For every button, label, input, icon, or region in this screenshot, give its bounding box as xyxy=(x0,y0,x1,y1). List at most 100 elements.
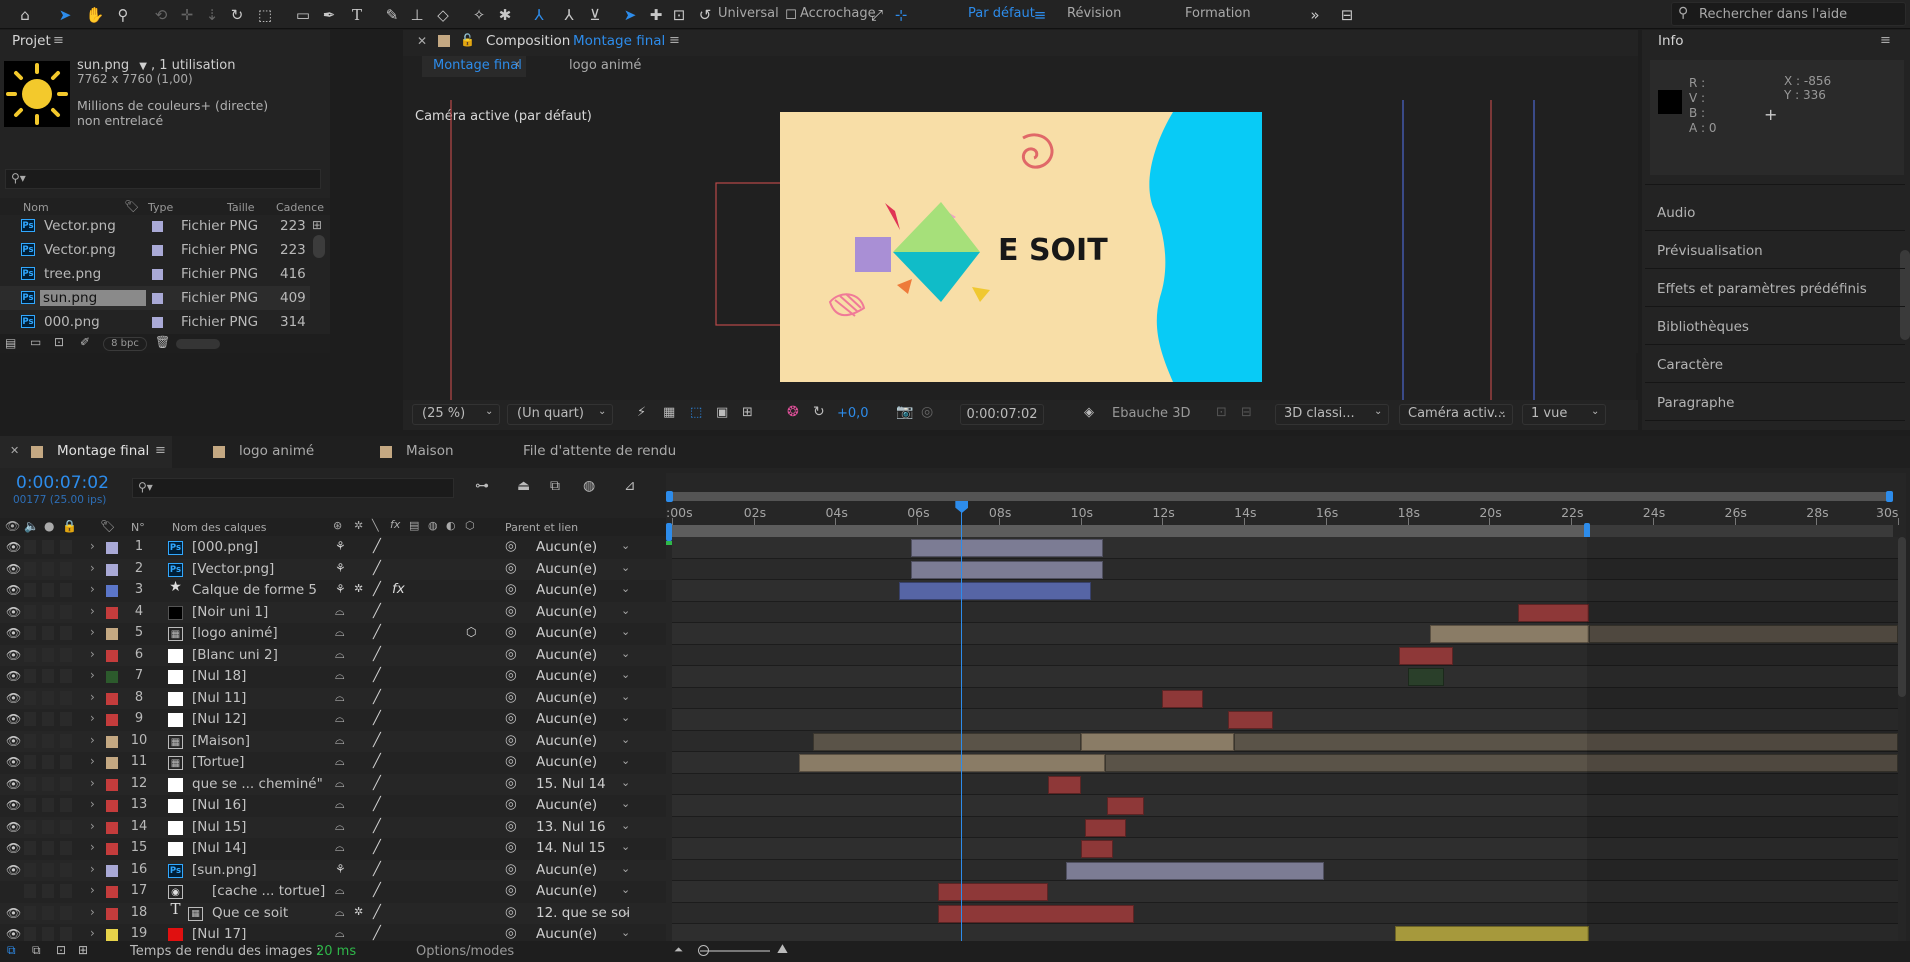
time-navigator-start[interactable] xyxy=(666,491,673,502)
layer-label-color[interactable] xyxy=(106,606,118,619)
quality-slash-icon[interactable]: ╱ xyxy=(373,797,381,812)
parent-pickwhip-icon[interactable]: ◎ xyxy=(505,796,517,812)
panel-menu-icon[interactable]: ≡ xyxy=(1880,33,1891,48)
audio-toggle[interactable] xyxy=(24,755,36,769)
layer-label-color[interactable] xyxy=(106,563,118,576)
visibility-eye-icon[interactable]: 👁 xyxy=(6,605,21,619)
text-tool-icon[interactable]: T xyxy=(346,4,368,26)
frame-blending-icon[interactable]: ⧉ xyxy=(550,478,560,494)
show-snapshot-icon[interactable]: ◎ xyxy=(921,404,933,420)
reset-exposure-icon[interactable]: ↻ xyxy=(813,404,825,420)
tab-render-queue[interactable]: File d'attente de rendu xyxy=(523,443,676,459)
quality-slash-icon[interactable]: ╱ xyxy=(373,582,381,597)
layer-name[interactable]: [cache ... tortue] xyxy=(212,883,325,899)
quality-switch-icon[interactable]: ✲ xyxy=(354,905,363,918)
snapping-checkbox[interactable]: ☐ xyxy=(780,4,802,26)
lock-icon[interactable]: 🔓 xyxy=(460,33,475,47)
audio-toggle[interactable] xyxy=(24,626,36,640)
layer-label-color[interactable] xyxy=(106,628,118,640)
collapse-switch-icon[interactable]: ⚘ xyxy=(335,862,346,876)
time-navigator[interactable] xyxy=(666,492,1893,501)
views-dropdown[interactable]: 1 vue ⌄ xyxy=(1522,404,1606,425)
move-icon[interactable]: ✚ xyxy=(645,4,667,26)
quality-slash-icon[interactable]: ╱ xyxy=(373,905,381,920)
lock-toggle[interactable] xyxy=(60,540,72,554)
layer-label-color[interactable] xyxy=(106,821,118,834)
expand-chevron-icon[interactable]: › xyxy=(90,840,95,854)
frame-blend-icon[interactable]: ▤ xyxy=(409,519,419,532)
layer-row[interactable]: 👁 › 2 Ps [Vector.png] ⚘ ╱ ◎ Aucun(e) ⌄ xyxy=(0,558,668,580)
expand-chevron-icon[interactable]: › xyxy=(90,819,95,833)
visibility-eye-icon[interactable]: 👁 xyxy=(6,798,21,812)
layer-duration-bar[interactable] xyxy=(937,904,1134,923)
layer-row[interactable]: 👁 › 14 [Nul 15] ⌓ ╱ ◎ 13. Nul 16 ⌄ xyxy=(0,816,668,838)
visibility-eye-icon[interactable]: 👁 xyxy=(6,540,21,554)
expand-chevron-icon[interactable]: › xyxy=(90,539,95,553)
rotate-tool-icon[interactable]: ↻ xyxy=(226,4,248,26)
label-color[interactable] xyxy=(152,293,163,304)
lock-toggle[interactable] xyxy=(60,733,72,748)
time-navigator-end[interactable] xyxy=(1886,491,1893,502)
workspace-toggle-icon[interactable]: ⊟ xyxy=(1336,4,1358,26)
panel-preview[interactable]: Prévisualisation xyxy=(1657,243,1763,259)
anchor-tool-icon[interactable]: ⬚ xyxy=(254,4,276,26)
tab-montage-final[interactable]: ✕ Montage final ≡ xyxy=(0,436,172,468)
quality-slash-icon[interactable]: ╱ xyxy=(373,819,381,834)
layer-row[interactable]: 👁 › 10 ▦ [Maison] ⌓ ╱ ◎ Aucun(e) ⌄ xyxy=(0,730,668,752)
zoom-dropdown[interactable]: (25 %) ⌄ xyxy=(412,404,500,425)
layer-name[interactable]: [Nul 18] xyxy=(192,668,246,684)
lock-toggle[interactable] xyxy=(60,905,72,920)
solo-toggle[interactable] xyxy=(42,733,54,748)
visibility-eye-icon[interactable]: 👁 xyxy=(6,755,21,769)
audio-toggle[interactable] xyxy=(24,561,36,576)
bit-depth-button[interactable]: 8 bpc xyxy=(103,337,147,351)
panel-menu-icon[interactable]: ≡ xyxy=(53,33,64,48)
col-layer-name[interactable]: Nom des calques xyxy=(172,521,266,534)
parent-pickwhip-icon[interactable]: ◎ xyxy=(505,882,517,898)
shy-switch-icon[interactable]: ⌓ xyxy=(335,733,345,748)
shy-switch-icon[interactable]: ⌓ xyxy=(335,905,345,920)
audio-toggle[interactable] xyxy=(24,647,36,662)
layer-label-color[interactable] xyxy=(106,542,118,554)
flowchart-icon[interactable]: ⊞ xyxy=(312,218,322,232)
lock-toggle[interactable] xyxy=(60,755,72,769)
quality-slash-icon[interactable]: ╱ xyxy=(373,776,381,791)
select-cursor-icon[interactable]: ➤ xyxy=(619,4,641,26)
lock-toggle[interactable] xyxy=(60,583,72,597)
lock-toggle[interactable] xyxy=(60,561,72,576)
camera-dropdown[interactable]: Caméra activ... ⌄ xyxy=(1399,404,1513,425)
adjust-project-icon[interactable]: ✐ xyxy=(80,335,90,349)
expand-chevron-icon[interactable]: › xyxy=(90,776,95,790)
shy-switch-icon[interactable]: ⌓ xyxy=(335,647,345,662)
3d-view-dropdown[interactable]: 3D classi... ⌄ xyxy=(1275,404,1389,425)
project-item[interactable]: Ps tree.png Fichier PNG 416 Ko xyxy=(0,262,310,286)
solo-toggle[interactable] xyxy=(42,712,54,726)
layer-label-color[interactable] xyxy=(106,649,118,662)
lock-toggle[interactable] xyxy=(60,841,72,855)
collapse-switch-icon[interactable]: ⚘ xyxy=(335,582,346,596)
col-type[interactable]: Type xyxy=(148,201,173,214)
transfer-controls-toggle-icon[interactable]: ⧉ xyxy=(32,943,41,958)
layer-duration-bar[interactable] xyxy=(1517,603,1590,622)
solo-toggle[interactable] xyxy=(42,647,54,662)
layer-label-color[interactable] xyxy=(106,800,118,812)
expand-chevron-icon[interactable]: › xyxy=(90,690,95,704)
rotate-icon[interactable]: ↺ xyxy=(694,4,716,26)
project-item[interactable]: Ps 000.png Fichier PNG 314 Ko xyxy=(0,310,310,332)
layer-name[interactable]: Calque de forme 5 xyxy=(192,582,317,598)
motion-blur-col-icon[interactable]: ◍ xyxy=(428,519,438,532)
layer-duration-bar[interactable] xyxy=(1430,625,1590,643)
panel-libraries[interactable]: Bibliothèques xyxy=(1657,319,1749,335)
lock-toggle[interactable] xyxy=(60,604,72,619)
view-axis-icon[interactable]: ⊻ xyxy=(584,4,606,26)
col-name[interactable]: Nom xyxy=(23,201,49,214)
layer-row[interactable]: 👁 › 15 [Nul 14] ⌓ ╱ ◎ 14. Nul 15 ⌄ xyxy=(0,838,668,860)
layer-switches-toggle-icon[interactable]: ⧉ xyxy=(7,943,16,958)
solo-toggle[interactable] xyxy=(42,604,54,619)
layer-name[interactable]: Que ce soit xyxy=(212,905,288,921)
solo-toggle[interactable] xyxy=(42,626,54,640)
layer-row[interactable]: 👁 › 7 [Nul 18] ⌓ ╱ ◎ Aucun(e) ⌄ xyxy=(0,666,668,688)
graph-editor-icon[interactable]: ⊿ xyxy=(624,478,636,494)
workspace-menu-icon[interactable]: ≡ xyxy=(1029,4,1051,26)
solo-toggle[interactable] xyxy=(42,862,54,877)
